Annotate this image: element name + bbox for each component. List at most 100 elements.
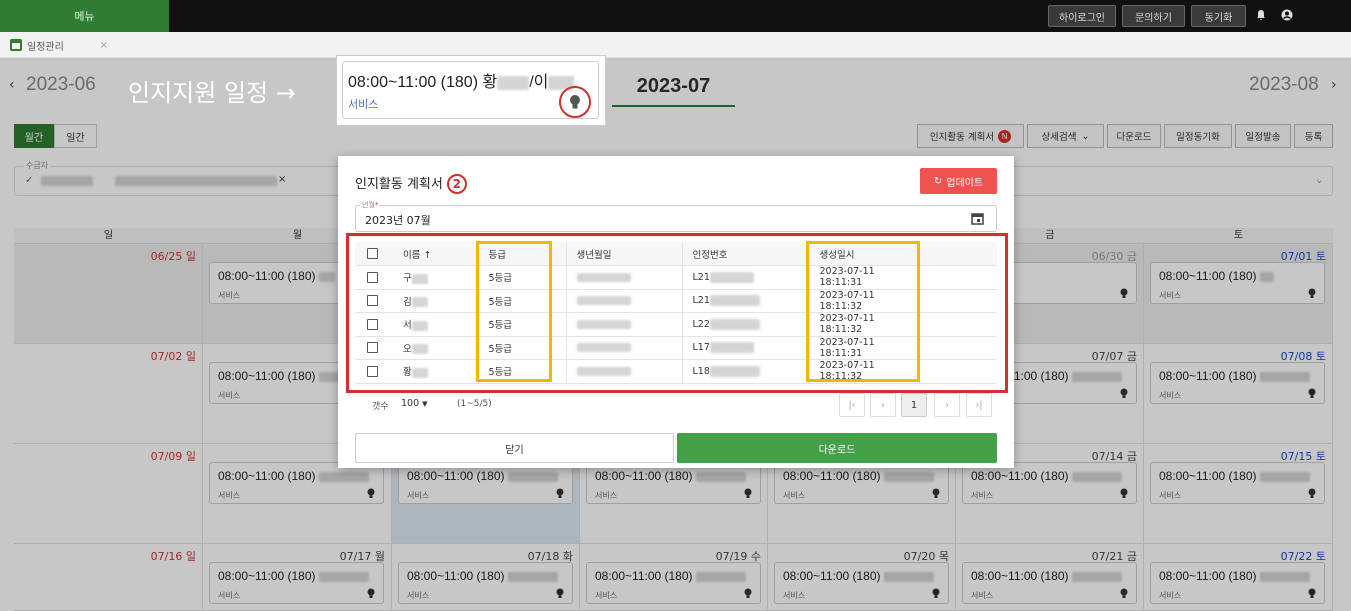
close-icon[interactable]: × — [100, 40, 108, 51]
page-size-select[interactable]: 100 ▼ — [401, 398, 428, 420]
calendar-cell[interactable]: 07/22 토 08:00~11:00 (180) 서비스 — [1144, 544, 1333, 611]
cell-date: 06/25 일 — [150, 250, 196, 263]
event-service: 서비스 — [1159, 391, 1182, 400]
schedule-event[interactable]: 08:00~11:00 (180) 서비스 — [962, 462, 1137, 504]
bell-icon[interactable] — [1255, 9, 1267, 21]
schedule-event[interactable]: 08:00~11:00 (180) 서비스 — [398, 562, 573, 604]
page-1-button[interactable]: 1 — [901, 393, 927, 417]
row-checkbox-cell[interactable] — [355, 265, 393, 290]
schedule-event[interactable]: 08:00~11:00 (180) 서비스 — [1150, 562, 1325, 604]
current-month: 2023-07 — [612, 70, 735, 107]
blurred-name — [695, 471, 746, 482]
row-name: 서 — [393, 312, 478, 337]
year-month-value: 2023년 07월 — [365, 214, 431, 227]
checkbox[interactable] — [367, 248, 378, 259]
page-range: (1~5/5) — [457, 399, 492, 409]
register-button[interactable]: 등록 — [1294, 124, 1333, 148]
last-page-button[interactable]: ›| — [966, 393, 992, 417]
event-service: 서비스 — [218, 391, 241, 400]
calendar-cell[interactable]: 07/19 수 08:00~11:00 (180) 서비스 — [580, 544, 768, 611]
tab-schedule[interactable]: 일정관리 × — [6, 34, 112, 56]
schedule-event[interactable]: 08:00~11:00 (180) 서비스 — [209, 562, 384, 604]
calendar-cell[interactable]: 07/17 월 08:00~11:00 (180) 서비스 — [203, 544, 392, 611]
blurred-name — [411, 367, 428, 378]
week-view-button[interactable]: 일간 — [54, 124, 97, 148]
blurred-cert — [709, 295, 760, 307]
event-time: 08:00~11:00 (180) — [971, 469, 1069, 483]
schedule-event[interactable]: 08:00~11:00 (180) 서비스 — [1150, 262, 1325, 304]
schedule-event[interactable]: 08:00~11:00 (180) 서비스 — [774, 462, 949, 504]
schedule-event[interactable]: 08:00~11:00 (180) 서비스 — [774, 562, 949, 604]
schedule-event[interactable]: 08:00~11:00 (180) 서비스 — [586, 462, 761, 504]
schedule-event[interactable]: 08:00~11:00 (180) 서비스 — [962, 562, 1137, 604]
close-button[interactable]: 닫기 — [355, 433, 674, 463]
calendar-cell[interactable]: 07/09 일 — [14, 444, 203, 544]
prev-page-button[interactable]: ‹ — [870, 393, 896, 417]
prev-month[interactable]: 2023-06 — [26, 74, 96, 96]
menu-button[interactable]: 메뉴 — [0, 0, 169, 32]
step-number: 2 — [446, 174, 467, 194]
calendar-cell[interactable]: 07/18 화 08:00~11:00 (180) 서비스 — [392, 544, 580, 611]
schedule-sync-button[interactable]: 일정동기화 — [1164, 124, 1232, 148]
blurred-name — [318, 271, 335, 282]
calendar-cell[interactable]: 07/01 토 08:00~11:00 (180) 서비스 — [1144, 244, 1333, 344]
row-name: 오 — [393, 336, 478, 360]
tab-bar: 일정관리 × — [0, 32, 1351, 58]
row-checkbox-cell[interactable] — [355, 289, 393, 313]
calendar-cell[interactable]: 07/20 목 08:00~11:00 (180) 서비스 — [768, 544, 956, 611]
next-page-button[interactable]: › — [934, 393, 960, 417]
calendar-cell[interactable]: 07/21 금 08:00~11:00 (180) 서비스 — [956, 544, 1144, 611]
next-month-arrow-icon[interactable]: › — [1331, 77, 1337, 93]
schedule-event[interactable]: 08:00~11:00 (180) 서비스 — [209, 462, 384, 504]
schedule-event[interactable]: 08:00~11:00 (180) 서비스 — [1150, 462, 1325, 504]
schedule-event[interactable]: 08:00~11:00 (180) 서비스 — [1150, 362, 1325, 404]
download-button[interactable]: 다운로드 — [677, 433, 997, 463]
row-checkbox-cell[interactable] — [355, 336, 393, 360]
plan-button[interactable]: 인지활동 계획서 N — [917, 124, 1024, 148]
recipient-chip — [115, 176, 277, 186]
header-checkbox-cell[interactable] — [355, 242, 393, 266]
row-checkbox-cell[interactable] — [355, 359, 393, 384]
calendar-cell[interactable]: 06/25 일 — [14, 244, 203, 344]
next-month[interactable]: 2023-08 — [1249, 74, 1319, 96]
checkbox[interactable] — [367, 295, 378, 307]
event-time: 08:00~11:00 (180) — [218, 569, 316, 583]
blurred-birth — [576, 319, 631, 329]
hi-login-button[interactable]: 하이로그인 — [1048, 5, 1116, 27]
col-name[interactable]: 이름 ↑ — [393, 242, 478, 266]
blurred-cert — [709, 365, 760, 377]
calendar-cell[interactable]: 07/15 토 08:00~11:00 (180) 서비스 — [1144, 444, 1333, 544]
schedule-event[interactable]: 08:00~11:00 (180) 서비스 — [586, 562, 761, 604]
month-view-button[interactable]: 월간 — [14, 124, 54, 148]
update-button[interactable]: ↻ 업데이트 — [920, 168, 997, 194]
event-time: 08:00~11:00 (180) — [783, 469, 881, 483]
remove-chip-icon[interactable]: × — [278, 174, 286, 185]
download-button[interactable]: 다운로드 — [1107, 124, 1161, 148]
required-mark: * — [374, 201, 379, 209]
calendar-cell[interactable]: 07/02 일 — [14, 344, 203, 444]
schedule-event[interactable]: 08:00~11:00 (180) 서비스 — [398, 462, 573, 504]
checkbox[interactable] — [367, 365, 378, 377]
inquiry-button[interactable]: 문의하기 — [1122, 5, 1185, 27]
checkbox[interactable] — [367, 318, 378, 330]
account-icon[interactable] — [1281, 9, 1293, 21]
detail-search-button[interactable]: 상세검색 ⌄ — [1027, 124, 1104, 148]
event-service: 서비스 — [407, 591, 430, 600]
sync-button[interactable]: 동기화 — [1191, 5, 1246, 27]
chevron-down-icon[interactable]: ⌄ — [1315, 173, 1324, 186]
calendar-icon[interactable] — [971, 212, 984, 225]
event-service: 서비스 — [218, 491, 241, 500]
row-empty — [918, 289, 997, 313]
schedule-send-button[interactable]: 일정발송 — [1235, 124, 1291, 148]
checkbox[interactable] — [367, 342, 378, 354]
lightbulb-icon — [1120, 488, 1128, 498]
checkbox[interactable] — [367, 271, 378, 283]
year-month-field[interactable] — [355, 205, 997, 232]
calendar-cell[interactable]: 07/16 일 — [14, 544, 203, 611]
first-page-button[interactable]: |‹ — [839, 393, 865, 417]
row-checkbox-cell[interactable] — [355, 312, 393, 337]
prev-month-arrow-icon[interactable]: ‹ — [9, 77, 15, 93]
calendar-cell[interactable]: 07/08 토 08:00~11:00 (180) 서비스 — [1144, 344, 1333, 444]
blurred-birth — [576, 296, 631, 306]
lightbulb-icon[interactable] — [569, 94, 581, 110]
